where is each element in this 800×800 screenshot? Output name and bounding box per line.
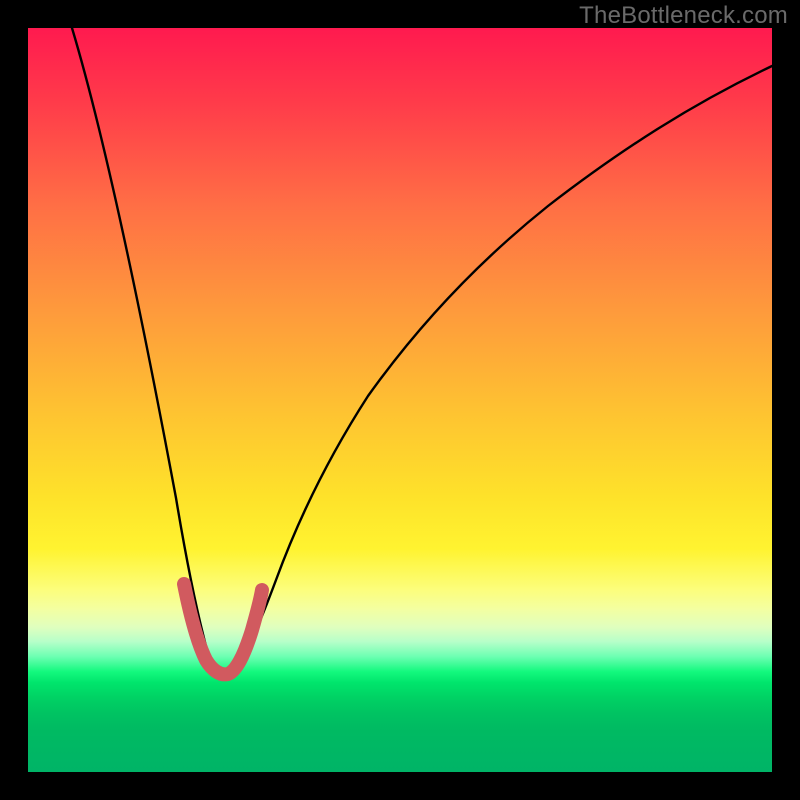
chart-frame: TheBottleneck.com bbox=[0, 0, 800, 800]
watermark-text: TheBottleneck.com bbox=[579, 2, 788, 30]
plot-area bbox=[28, 28, 772, 772]
bottleneck-curve bbox=[72, 28, 772, 671]
curve-layer bbox=[28, 28, 772, 772]
